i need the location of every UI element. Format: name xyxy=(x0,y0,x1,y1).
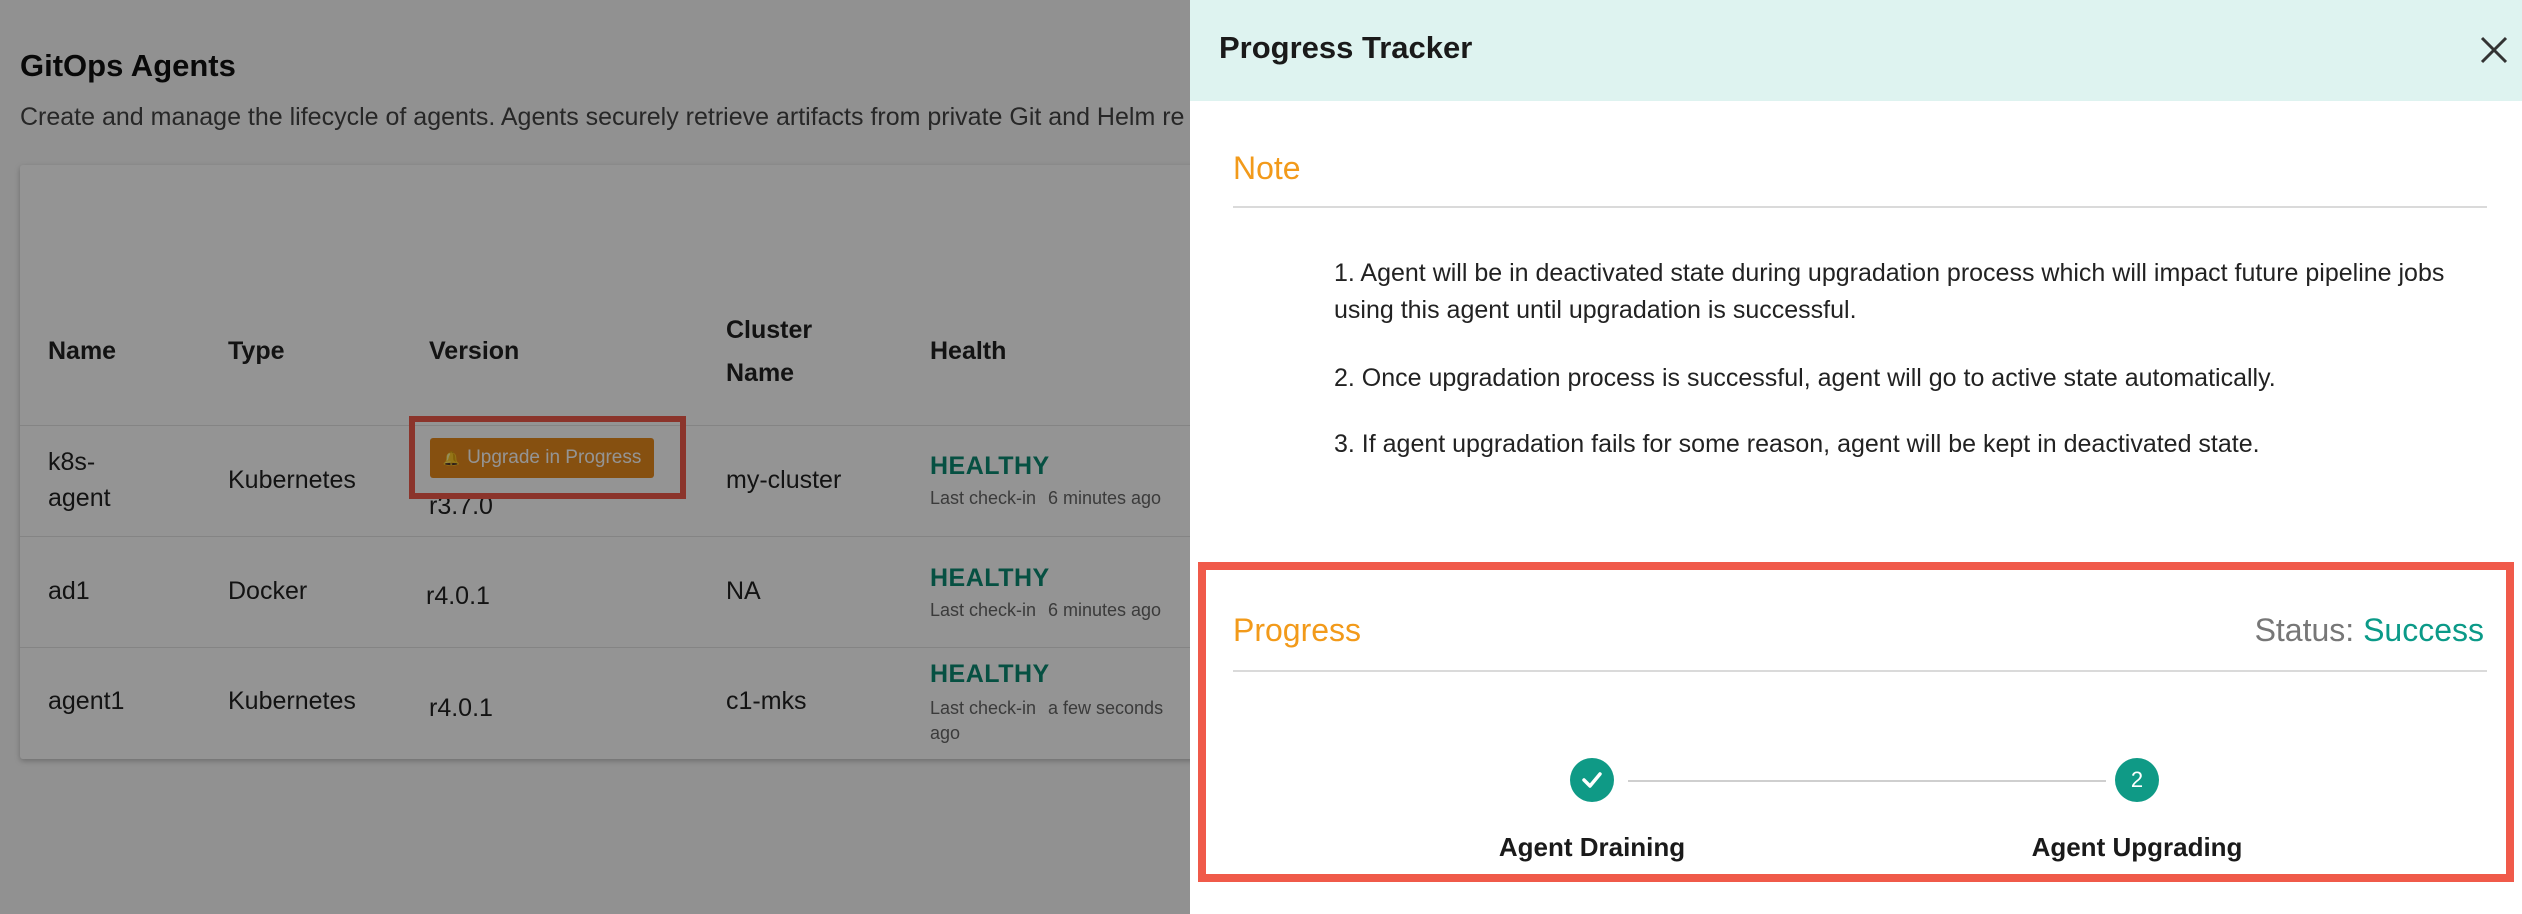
check-icon xyxy=(1582,772,1602,788)
note-item: 2. Once upgradation process is successfu… xyxy=(1334,364,2276,392)
progress-heading: Progress xyxy=(1233,612,1362,648)
close-button[interactable] xyxy=(2474,30,2514,70)
step-1-label: Agent Draining xyxy=(1498,832,1686,862)
status-value: Success xyxy=(2363,612,2484,648)
close-icon xyxy=(2480,36,2508,64)
highlight-box xyxy=(1198,562,2514,882)
step-1-done xyxy=(1570,758,1614,802)
step-2-label: Agent Upgrading xyxy=(2031,832,2243,862)
stepper-connector xyxy=(1628,780,2106,782)
step-2-active: 2 xyxy=(2115,758,2159,802)
modal-backdrop[interactable] xyxy=(0,0,1190,914)
progress-status: Status: Success xyxy=(2255,612,2484,649)
progress-tracker-drawer: Progress Tracker Note 1. Agent will be i… xyxy=(1190,0,2522,914)
progress-divider xyxy=(1233,670,2487,672)
drawer-header: Progress Tracker xyxy=(1190,0,2522,101)
note-divider xyxy=(1233,206,2487,208)
note-heading: Note xyxy=(1233,150,1301,186)
status-label: Status: xyxy=(2254,612,2355,648)
note-item: 3. If agent upgradation fails for some r… xyxy=(1334,430,2260,458)
drawer-title: Progress Tracker xyxy=(1219,30,1473,65)
note-item: 1. Agent will be in deactivated state du… xyxy=(1334,259,2445,324)
